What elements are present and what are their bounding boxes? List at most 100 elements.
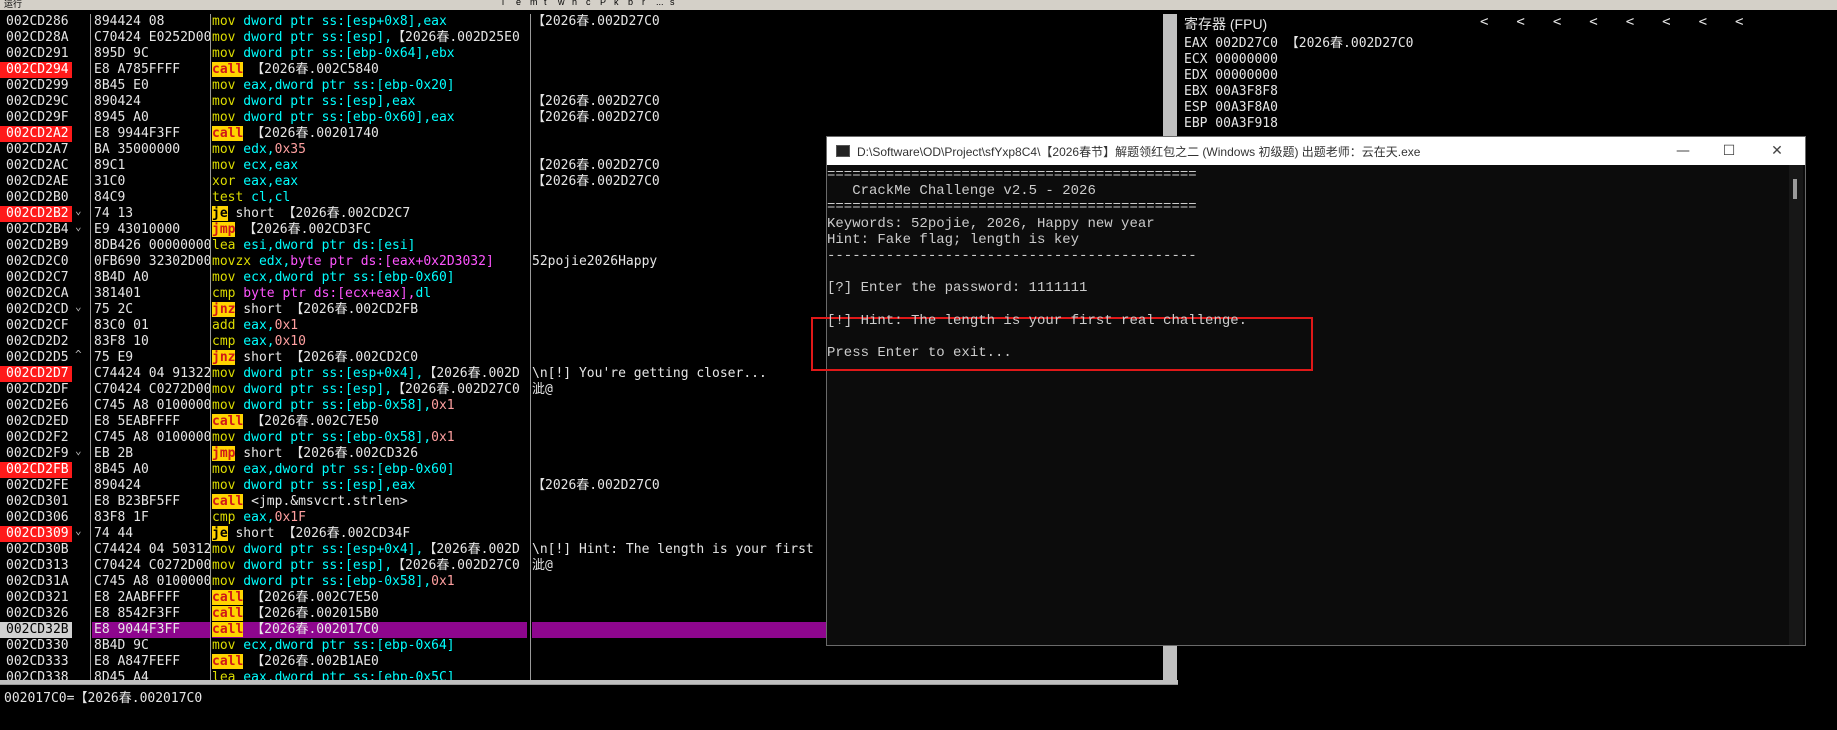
- disassembly-cell[interactable]: mov dword ptr ss:[ebp-0x58],0x1: [212, 574, 527, 590]
- toolbar-letter-button[interactable]: l: [502, 0, 504, 7]
- register-value[interactable]: 00A3F8F8: [1207, 84, 1278, 99]
- console-titlebar[interactable]: D:\Software\OD\Project\sfYxp8C4\【2026春节】…: [827, 137, 1805, 165]
- hex-cell[interactable]: E8 A785FFFF: [92, 62, 210, 78]
- hex-cell[interactable]: E8 A847FEFF: [92, 654, 210, 670]
- address-cell[interactable]: 002CD2FB: [0, 462, 72, 478]
- address-cell[interactable]: 002CD28A: [0, 30, 72, 46]
- hex-cell[interactable]: 31C0: [92, 174, 210, 190]
- disassembly-cell[interactable]: call <jmp.&msvcrt.strlen>: [212, 494, 527, 510]
- hex-cell[interactable]: 74 13: [92, 206, 210, 222]
- disassembly-cell[interactable]: mov eax,dword ptr ss:[ebp-0x60]: [212, 462, 527, 478]
- register-nav-arrows[interactable]: <<<<<<<<: [1480, 14, 1771, 30]
- disassembly-cell[interactable]: jmp 【2026春.002CD3FC: [212, 222, 527, 238]
- address-cell[interactable]: 002CD2A2: [0, 126, 72, 142]
- hex-cell[interactable]: 8B45 E0: [92, 78, 210, 94]
- address-cell[interactable]: 002CD333: [0, 654, 72, 670]
- disassembly-cell[interactable]: jmp short 【2026春.002CD326: [212, 446, 527, 462]
- console-scrollbar[interactable]: [1789, 165, 1803, 645]
- register-row[interactable]: ECX 00000000: [1184, 52, 1278, 68]
- address-cell[interactable]: 002CD2A7: [0, 142, 72, 158]
- address-cell[interactable]: 002CD2F2: [0, 430, 72, 446]
- toolbar-letter-button[interactable]: P: [600, 0, 606, 7]
- register-row[interactable]: EBP 00A3F918: [1184, 116, 1278, 132]
- disassembly-cell[interactable]: jnz short 【2026春.002CD2FB: [212, 302, 527, 318]
- hex-cell[interactable]: C70424 C0272D00: [92, 558, 210, 574]
- address-cell[interactable]: 002CD2CD: [0, 302, 72, 318]
- console-scroll-thumb[interactable]: [1793, 179, 1797, 199]
- disassembly-cell[interactable]: cmp eax,0x1F: [212, 510, 527, 526]
- hex-cell[interactable]: C745 A8 01000000: [92, 398, 210, 414]
- register-row[interactable]: EBX 00A3F8F8: [1184, 84, 1278, 100]
- hex-cell[interactable]: 8B4D 9C: [92, 638, 210, 654]
- toolbar-letter-button[interactable]: w: [558, 0, 565, 7]
- hex-cell[interactable]: 8B45 A0: [92, 462, 210, 478]
- register-value[interactable]: 00000000: [1207, 68, 1278, 83]
- hex-cell[interactable]: 894424 08: [92, 14, 210, 30]
- disassembly-cell[interactable]: cmp byte ptr ds:[ecx+eax],dl: [212, 286, 527, 302]
- toolbar-letter-button[interactable]: b: [628, 0, 633, 7]
- toolbar-letter-button[interactable]: t: [544, 0, 547, 7]
- disassembly-cell[interactable]: je short 【2026春.002CD2C7: [212, 206, 527, 222]
- maximize-button[interactable]: ☐: [1709, 139, 1749, 163]
- toolbar-letter-button[interactable]: r: [642, 0, 645, 7]
- disassembly-cell[interactable]: mov dword ptr ss:[ebp-0x60],eax: [212, 110, 527, 126]
- hex-cell[interactable]: C70424 E0252D00: [92, 30, 210, 46]
- hex-cell[interactable]: 83F8 1F: [92, 510, 210, 526]
- hex-cell[interactable]: C74424 04 91322D: [92, 366, 210, 382]
- toolbar-letter-button[interactable]: s: [670, 0, 675, 7]
- address-cell[interactable]: 002CD2AC: [0, 158, 72, 174]
- disassembly-cell[interactable]: call 【2026春.002017C0: [212, 622, 527, 638]
- disassembly-cell[interactable]: mov dword ptr ss:[esp],eax: [212, 94, 527, 110]
- hex-cell[interactable]: 84C9: [92, 190, 210, 206]
- hex-cell[interactable]: E8 B23BF5FF: [92, 494, 210, 510]
- address-cell[interactable]: 002CD29C: [0, 94, 72, 110]
- register-row[interactable]: EDX 00000000: [1184, 68, 1278, 84]
- hex-cell[interactable]: BA 35000000: [92, 142, 210, 158]
- hex-cell[interactable]: 89C1: [92, 158, 210, 174]
- disassembly-cell[interactable]: cmp eax,0x10: [212, 334, 527, 350]
- close-button[interactable]: ✕: [1757, 139, 1797, 163]
- hex-cell[interactable]: E8 9944F3FF: [92, 126, 210, 142]
- disassembly-cell[interactable]: mov dword ptr ss:[esp+0x8],eax: [212, 14, 527, 30]
- address-cell[interactable]: 002CD32B: [0, 622, 72, 638]
- disassembly-cell[interactable]: lea esi,dword ptr ds:[esi]: [212, 238, 527, 254]
- address-cell[interactable]: 002CD2B0: [0, 190, 72, 206]
- address-cell[interactable]: 002CD301: [0, 494, 72, 510]
- address-cell[interactable]: 002CD2ED: [0, 414, 72, 430]
- hex-cell[interactable]: 75 E9: [92, 350, 210, 366]
- hex-cell[interactable]: 75 2C: [92, 302, 210, 318]
- hex-cell[interactable]: 8B4D A0: [92, 270, 210, 286]
- toolbar-letter-button[interactable]: e: [516, 0, 521, 7]
- toolbar-letter-button[interactable]: m: [530, 0, 538, 7]
- disassembly-cell[interactable]: mov dword ptr ss:[esp+0x4],【2026春.002D: [212, 542, 527, 558]
- hex-cell[interactable]: 8DB426 00000000: [92, 238, 210, 254]
- hex-cell[interactable]: C74424 04 503120: [92, 542, 210, 558]
- hex-cell[interactable]: 381401: [92, 286, 210, 302]
- hex-cell[interactable]: 890424: [92, 478, 210, 494]
- address-cell[interactable]: 002CD291: [0, 46, 72, 62]
- hex-cell[interactable]: 83F8 10: [92, 334, 210, 350]
- disassembly-cell[interactable]: jnz short 【2026春.002CD2C0: [212, 350, 527, 366]
- disassembly-cell[interactable]: call 【2026春.002015B0: [212, 606, 527, 622]
- toolbar-letter-button[interactable]: ...: [656, 0, 664, 7]
- hex-cell[interactable]: E8 5EABFFFF: [92, 414, 210, 430]
- disassembly-cell[interactable]: mov ecx,dword ptr ss:[ebp-0x60]: [212, 270, 527, 286]
- register-row[interactable]: ESP 00A3F8A0: [1184, 100, 1278, 116]
- disassembly-cell[interactable]: call 【2026春.002C7E50: [212, 590, 527, 606]
- disassembly-cell[interactable]: call 【2026春.00201740: [212, 126, 527, 142]
- address-cell[interactable]: 002CD286: [0, 14, 72, 30]
- disassembly-cell[interactable]: add eax,0x1: [212, 318, 527, 334]
- hex-cell[interactable]: EB 2B: [92, 446, 210, 462]
- address-cell[interactable]: 002CD321: [0, 590, 72, 606]
- disassembly-cell[interactable]: mov dword ptr ss:[esp],【2026春.002D25E0: [212, 30, 527, 46]
- address-cell[interactable]: 002CD2B9: [0, 238, 72, 254]
- address-cell[interactable]: 002CD299: [0, 78, 72, 94]
- hex-cell[interactable]: E8 2AABFFFF: [92, 590, 210, 606]
- register-value[interactable]: 00A3F8A0: [1207, 100, 1278, 115]
- address-cell[interactable]: 002CD2DF: [0, 382, 72, 398]
- disassembly-cell[interactable]: mov ecx,eax: [212, 158, 527, 174]
- address-cell[interactable]: 002CD2FE: [0, 478, 72, 494]
- disassembly-cell[interactable]: mov dword ptr ss:[ebp-0x64],ebx: [212, 46, 527, 62]
- hex-cell[interactable]: C745 A8 01000000: [92, 574, 210, 590]
- hex-cell[interactable]: 8945 A0: [92, 110, 210, 126]
